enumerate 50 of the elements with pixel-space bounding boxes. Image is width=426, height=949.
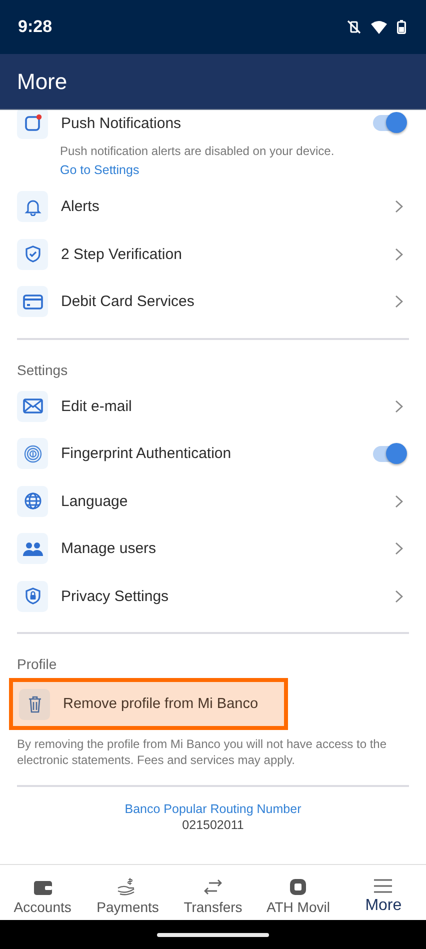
nav-tab[interactable]: Payments — [85, 865, 170, 920]
menu-item[interactable]: Manage users — [61, 540, 395, 558]
chevron-icon — [395, 200, 403, 214]
section-title: Settings — [17, 362, 69, 378]
shield-check-icon — [24, 245, 42, 264]
vibrate-off-icon — [347, 20, 361, 34]
wifi-icon — [371, 20, 387, 34]
battery-icon — [397, 20, 406, 34]
info-text: By removing the profile from Mi Banco you will not have access to the electronic statements. Fees and services may apply. — [17, 736, 388, 768]
item-label: Push Notifications — [61, 114, 182, 132]
menu-item[interactable]: Debit Card Services — [61, 293, 395, 310]
fingerprint-icon — [22, 444, 42, 464]
menu-item[interactable]: Fingerprint Authentication — [61, 445, 373, 462]
globe-icon — [24, 492, 42, 510]
home-indicator[interactable] — [157, 932, 269, 936]
chevron-icon — [395, 542, 403, 556]
menu-item[interactable]: Edit e-mail — [61, 398, 395, 415]
menu-item[interactable]: Privacy Settings — [61, 588, 395, 605]
arrows-icon — [203, 878, 223, 896]
card-icon — [22, 294, 42, 310]
loop-icon — [289, 878, 308, 896]
menu-item[interactable]: 2 Step Verification — [61, 246, 395, 263]
menu-item[interactable]: Language — [61, 492, 395, 510]
users-icon — [22, 542, 42, 556]
chevron-icon — [395, 494, 403, 508]
settings-link[interactable]: Go to Settings — [60, 163, 409, 177]
nav-tab[interactable]: Accounts — [0, 865, 86, 920]
remove-profile-row[interactable]: Remove profile from Mi Banco — [9, 678, 288, 730]
notification-icon — [24, 114, 42, 132]
wallet-icon — [32, 878, 53, 896]
chevron-icon — [395, 295, 403, 308]
chevron-icon — [395, 400, 403, 413]
nav-tab[interactable]: More — [340, 865, 426, 920]
routing-number-link[interactable]: Banco Popular Routing Number — [124, 802, 302, 816]
section-title: Profile — [17, 656, 58, 672]
envelope-icon — [22, 398, 42, 414]
remove-profile-label: Remove profile from Mi Banco — [63, 696, 258, 712]
nav-tab[interactable]: Transfers — [170, 865, 256, 920]
menu-item[interactable]: Alerts — [61, 198, 395, 216]
page-title: More — [17, 68, 68, 94]
trash-icon — [28, 695, 42, 713]
bell-icon — [24, 198, 42, 216]
shield-lock-icon — [24, 587, 42, 606]
chevron-icon — [395, 248, 403, 261]
chevron-icon — [395, 590, 403, 603]
info-text: Push notification alerts are disabled on your device. — [60, 144, 336, 158]
status-time: 9:28 — [18, 17, 52, 37]
nav-tab[interactable]: ATH Movil — [256, 865, 341, 920]
menu-icon — [373, 878, 394, 894]
routing-number: 021502011 — [182, 818, 244, 832]
